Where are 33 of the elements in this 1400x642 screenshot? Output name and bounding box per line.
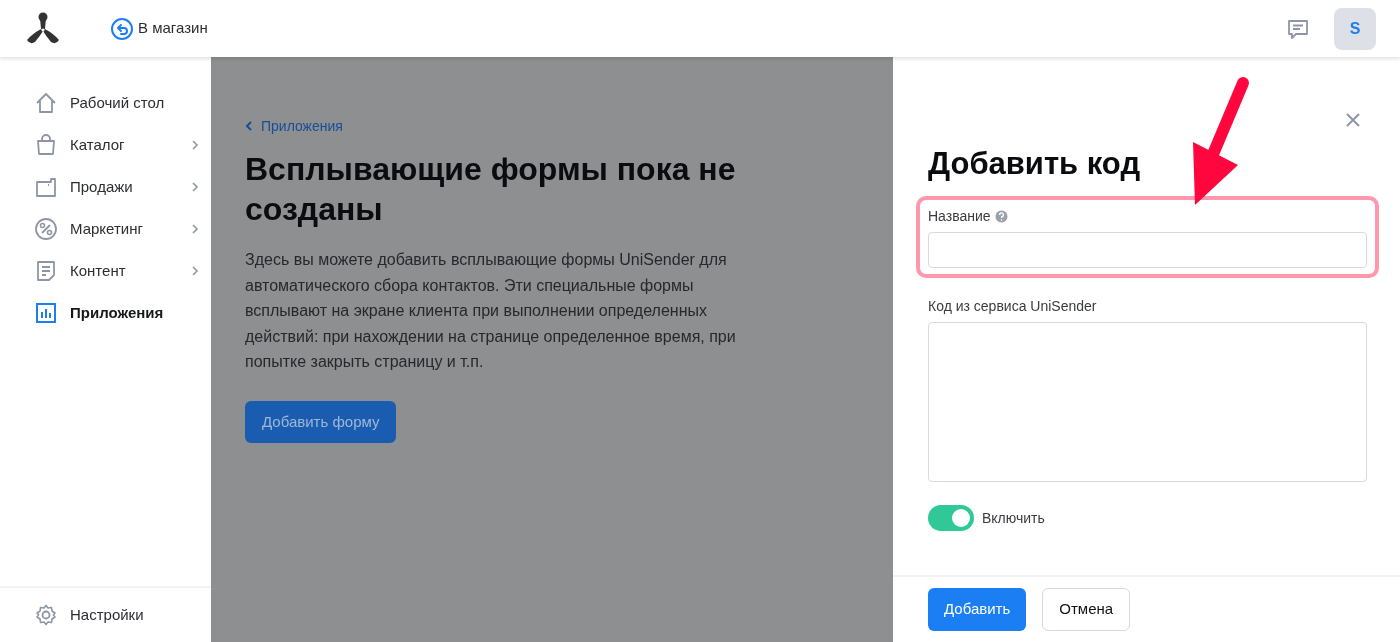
bag-icon xyxy=(34,133,58,157)
chevron-icon xyxy=(191,139,199,151)
page-title: Всплывающие формы пока не созданы xyxy=(245,150,737,229)
sidebar-item[interactable]: Маркетинг xyxy=(0,208,211,250)
document-icon xyxy=(34,259,58,283)
chevron-icon xyxy=(191,181,199,193)
sidebar-item[interactable]: Настройки xyxy=(0,594,156,636)
toggle-label: Включить xyxy=(982,508,1045,528)
chart-icon xyxy=(34,301,58,325)
wallet-icon xyxy=(34,175,58,199)
add-button[interactable]: Добавить xyxy=(928,588,1027,631)
cancel-button[interactable]: Отмена xyxy=(1042,588,1131,631)
back-link[interactable]: В магазин xyxy=(110,16,208,41)
chevron-icon xyxy=(191,265,199,277)
field-label: Код из сервиса UniSender xyxy=(928,297,1097,317)
home-icon xyxy=(34,91,58,115)
back-icon xyxy=(110,16,134,41)
sidebar-item[interactable]: Контент xyxy=(0,250,211,292)
help-icon[interactable] xyxy=(994,210,1008,224)
sidebar-item[interactable]: Приложения xyxy=(0,292,211,334)
description-text: Здесь вы можете добавить всплывающие формы UniSender для автоматического сбора контактов. Эти специальные формы всплывают на экране клиента при выполнении определенных действий: при нахождении на странице определенное время, при попытке закрыть страницу и т.п. xyxy=(245,250,737,373)
drawer-title: Добавить код xyxy=(928,145,1142,183)
gear-icon xyxy=(34,603,58,627)
sidebar-item[interactable]: Рабочий стол xyxy=(0,82,211,124)
name-input-field[interactable] xyxy=(928,232,1367,269)
sidebar-item[interactable]: Каталог xyxy=(0,124,211,166)
chevron-icon xyxy=(191,223,199,235)
toggle-switch[interactable] xyxy=(928,505,974,532)
percent-icon xyxy=(34,217,58,241)
sidebar-item[interactable]: Продажи xyxy=(0,166,211,208)
field-label: Название xyxy=(928,207,991,227)
chevron-left-icon xyxy=(245,120,253,132)
logo-icon xyxy=(24,11,62,46)
